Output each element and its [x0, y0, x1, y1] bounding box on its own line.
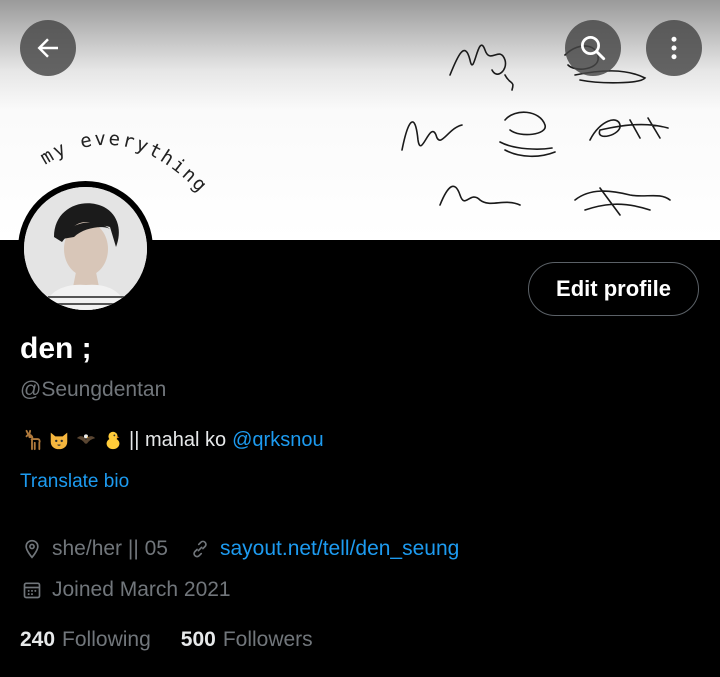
avatar-photo	[24, 187, 147, 310]
more-options-button[interactable]	[646, 20, 702, 76]
followers-link[interactable]: 500 Followers	[181, 628, 313, 652]
arrow-left-icon	[37, 38, 58, 58]
joined-date-text: Joined March 2021	[52, 578, 231, 601]
cat-face-emoji	[47, 428, 71, 452]
profile-bio: || mahal ko @qrksnou	[20, 425, 324, 455]
signatures-graphic	[401, 44, 671, 216]
eagle-emoji	[74, 428, 98, 452]
location-pin-icon	[20, 537, 44, 561]
display-name: den ;	[20, 332, 92, 365]
translate-bio-link[interactable]: Translate bio	[20, 471, 129, 493]
username-handle: @Seungdentan	[20, 378, 167, 401]
followers-label: Followers	[222, 628, 313, 651]
following-link[interactable]: 240 Following	[20, 628, 151, 652]
following-count: 240	[20, 628, 56, 651]
edit-profile-button[interactable]: Edit profile	[528, 262, 699, 316]
bio-mention-link[interactable]: @qrksnou	[232, 429, 323, 452]
baby-chick-emoji	[101, 428, 125, 452]
link-icon	[188, 537, 212, 561]
followers-count: 500	[180, 628, 216, 651]
deer-emoji	[20, 428, 44, 452]
bio-text: || mahal ko	[129, 428, 227, 451]
back-button[interactable]	[20, 20, 76, 76]
follow-stats: 240 Following 500 Followers	[20, 625, 313, 655]
profile-meta-row: she/her || 05 sayout.net/tell/den_seung	[20, 535, 459, 563]
bio-emojis	[20, 428, 125, 452]
search-icon	[581, 36, 606, 61]
following-label: Following	[62, 628, 151, 651]
avatar	[24, 187, 147, 310]
website-link[interactable]: sayout.net/tell/den_seung	[220, 537, 459, 561]
search-button[interactable]	[565, 20, 621, 76]
location-text: she/her || 05	[52, 537, 168, 560]
more-vertical-icon	[671, 36, 677, 60]
calendar-icon	[20, 578, 44, 602]
profile-joined-row: Joined March 2021	[20, 576, 231, 604]
avatar-frame[interactable]	[18, 181, 153, 316]
